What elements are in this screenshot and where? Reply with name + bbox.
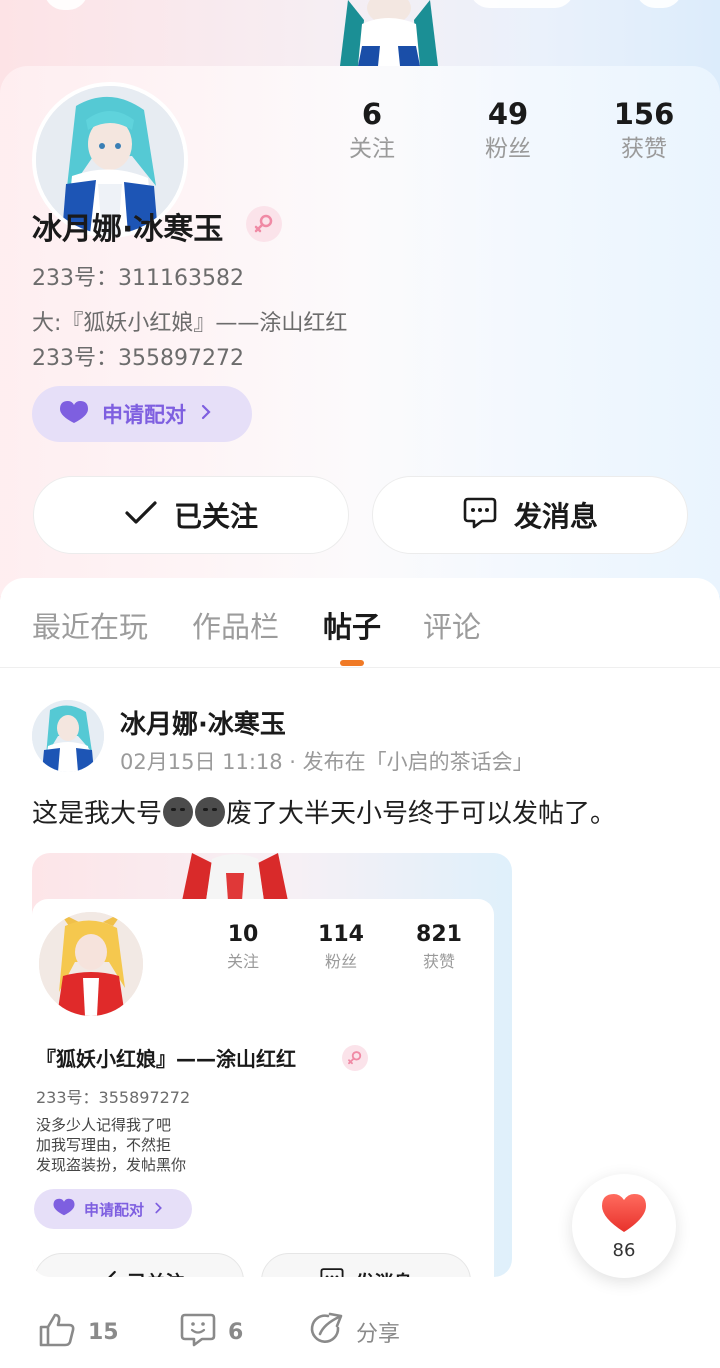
tab-works[interactable]: 作品栏 [192,604,279,646]
post-text-part: 废了大半天小号终于可以发帖了。 [226,799,617,829]
chevron-right-icon [154,1200,163,1219]
post-author-name[interactable]: 冰月娜·冰寒玉 [120,704,286,741]
embedded-apply-pair-label: 申请配对 [84,1200,145,1219]
post-share-button[interactable]: 分享 [308,1312,400,1352]
stat-following[interactable]: 6 关注 [317,96,427,164]
embedded-stat-likes: 821 获赞 [399,921,479,973]
female-gender-icon [246,206,282,242]
post-like-count: 15 [88,1319,119,1345]
comment-icon [180,1312,216,1352]
post-content: 这是我大号 废了大半天小号终于可以发帖了。 [32,793,616,830]
post-text-part: 这是我大号 [32,799,163,829]
chat-bubble-icon [319,1267,345,1277]
tab-recently-played[interactable]: 最近在玩 [32,604,148,646]
embedded-banner-character [182,853,288,901]
embedded-bio-line: 没多少人记得我了吧 [36,1116,172,1134]
share-icon [308,1312,344,1352]
checkmark-icon [93,1270,117,1277]
floating-like-count: 86 [612,1239,636,1261]
profile-bio-line: 大:『狐妖小红娘』——涂山红红 [32,311,348,336]
embedded-followed-button: 已关注 [34,1253,244,1277]
send-message-button[interactable]: 发消息 [372,476,688,554]
embedded-send-message-button: 发消息 [261,1253,471,1277]
likes-label: 获赞 [621,136,667,162]
thumbs-up-icon [38,1312,76,1352]
embedded-following-label: 关注 [226,952,259,971]
embedded-bio: 没多少人记得我了吧 加我写理由，不然拒 发现盗装扮，发帖黑你 [36,1115,186,1175]
chevron-right-icon [200,403,212,425]
embedded-profile-card: 10 关注 114 粉丝 821 获赞 『狐妖小红娘』——涂山红红 233号：3… [32,899,494,1277]
embedded-send-message-label: 发消息 [355,1268,412,1278]
post-image[interactable]: 10 关注 114 粉丝 821 获赞 『狐妖小红娘』——涂山红红 233号：3… [32,853,512,1277]
profile-id: 233号：311163582 [32,266,244,291]
fans-count: 49 [487,97,529,131]
embedded-bio-line: 加我写理由，不然拒 [36,1136,172,1154]
profile-bio-line: 233号：355897272 [32,346,244,371]
floating-like-button[interactable]: 86 [572,1174,676,1278]
embedded-female-gender-icon [342,1045,368,1071]
post-author-avatar[interactable] [32,700,104,772]
checkmark-icon [124,500,158,530]
tab-comments[interactable]: 评论 [423,604,481,646]
fans-label: 粉丝 [485,136,531,162]
apply-pair-label: 申请配对 [102,403,186,427]
active-tab-indicator [340,660,364,666]
dark-face-emoji-icon [195,797,226,827]
profile-username: 冰月娜·冰寒玉 [32,212,224,247]
chat-bubble-icon [462,496,498,534]
post-share-label: 分享 [356,1322,401,1347]
banner-character-image [340,0,438,66]
profile-tabs: 最近在玩 作品栏 帖子 评论 [0,578,720,668]
embedded-avatar [36,909,146,1019]
tab-posts[interactable]: 帖子 [323,604,381,646]
stat-fans[interactable]: 49 粉丝 [453,96,563,164]
followed-button[interactable]: 已关注 [33,476,349,554]
post-like-button[interactable]: 15 [38,1312,119,1352]
embedded-bio-line: 发现盗装扮，发帖黑你 [36,1156,187,1174]
embedded-fans-count: 114 [318,922,364,947]
followed-label: 已关注 [173,500,258,533]
embedded-fans-label: 粉丝 [324,952,357,971]
following-count: 6 [361,97,383,131]
embedded-stat-fans: 114 粉丝 [301,921,381,973]
stat-likes[interactable]: 156 获赞 [589,96,699,164]
post-meta: 02月15日 11:18 · 发布在「小启的茶话会」 [120,750,534,774]
send-message-label: 发消息 [513,500,598,533]
likes-count: 156 [613,97,675,131]
heart-icon [600,1192,648,1238]
post-comment-count: 6 [228,1319,244,1345]
embedded-apply-pair-button: 申请配对 [34,1189,192,1229]
apply-pair-button[interactable]: 申请配对 [32,386,252,442]
embedded-username: 『狐妖小红娘』——涂山红红 [36,1047,296,1071]
heart-icon [58,399,90,429]
post-comment-button[interactable]: 6 [180,1312,243,1352]
embedded-following-count: 10 [227,922,259,947]
embedded-likes-label: 获赞 [422,952,455,971]
heart-icon [52,1197,76,1221]
embedded-stat-following: 10 关注 [203,921,283,973]
profile-stats: 6 关注 49 粉丝 156 获赞 [0,96,720,176]
dark-face-emoji-icon [163,797,194,827]
embedded-id: 233号：355897272 [36,1088,191,1107]
embedded-followed-label: 已关注 [127,1268,184,1278]
embedded-likes-count: 821 [416,922,462,947]
following-label: 关注 [349,136,395,162]
top-decoration [470,0,574,8]
